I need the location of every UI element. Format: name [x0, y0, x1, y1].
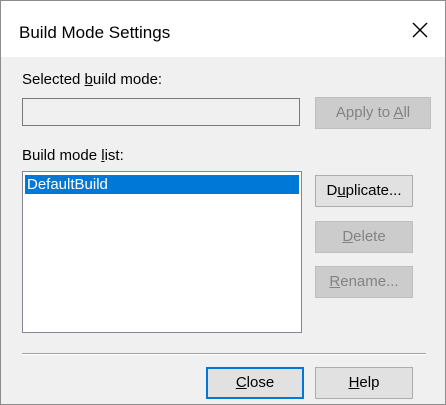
list-item[interactable]: DefaultBuild [25, 175, 299, 194]
footer-separator [22, 353, 426, 355]
close-icon [412, 22, 428, 38]
delete-button[interactable]: Delete [315, 221, 413, 253]
window-close-button[interactable] [401, 13, 441, 49]
build-mode-settings-dialog: Build Mode Settings Selected build mode:… [0, 0, 446, 405]
title-bar: Build Mode Settings [1, 1, 445, 57]
dialog-title: Build Mode Settings [19, 23, 171, 42]
duplicate-button[interactable]: Duplicate... [315, 175, 413, 207]
close-button[interactable]: Close [206, 367, 304, 399]
rename-button[interactable]: Rename... [315, 266, 413, 298]
apply-to-all-button[interactable]: Apply to All [315, 97, 431, 129]
selected-build-mode-field [22, 98, 300, 126]
help-button[interactable]: Help [315, 367, 413, 399]
selected-build-mode-label: Selected build mode: [22, 71, 163, 88]
build-mode-list[interactable]: DefaultBuild [22, 171, 302, 333]
build-mode-list-label: Build mode list: [22, 147, 124, 164]
